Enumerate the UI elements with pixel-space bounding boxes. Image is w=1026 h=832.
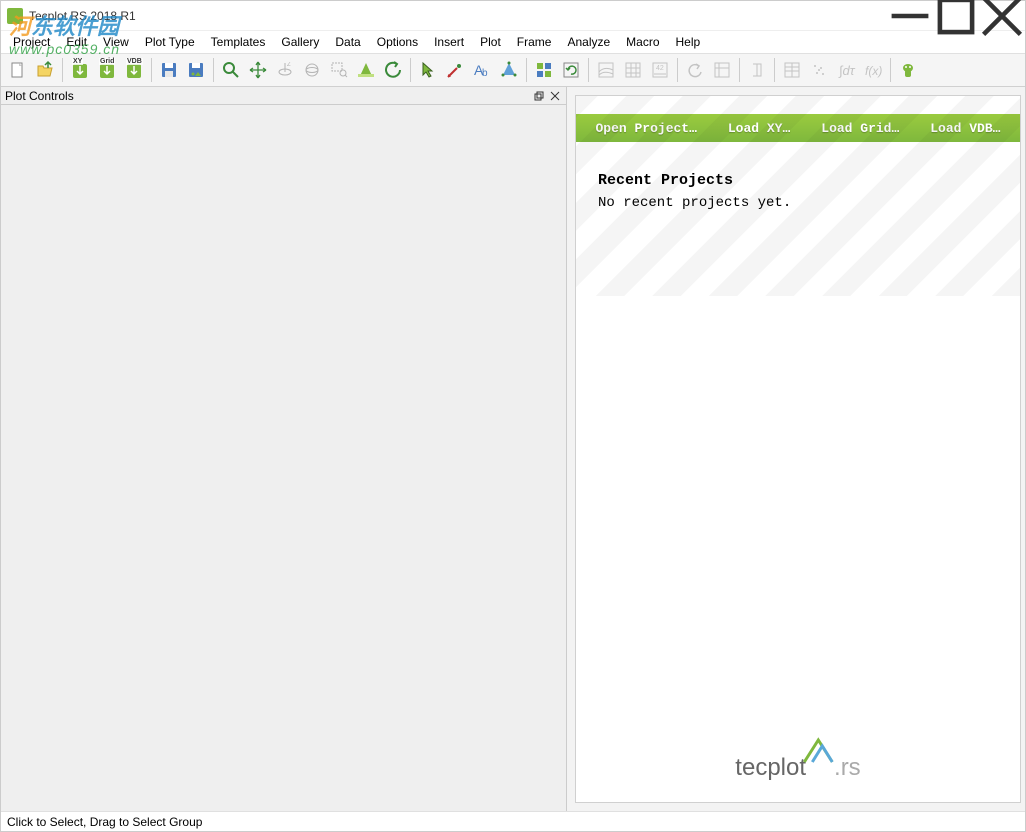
menu-project[interactable]: Project <box>5 33 58 51</box>
menu-macro[interactable]: Macro <box>618 33 667 51</box>
load-xy-link[interactable]: Load XY… <box>728 121 790 136</box>
value-blanking-button: 42 <box>647 56 673 84</box>
menu-plot-type[interactable]: Plot Type <box>137 33 203 51</box>
open-project-link[interactable]: Open Project… <box>595 121 696 136</box>
selector-tool-button[interactable] <box>415 56 441 84</box>
toolbar-separator <box>774 58 775 82</box>
rubberband-zoom-button <box>326 56 352 84</box>
frame-layout-button[interactable] <box>531 56 557 84</box>
svg-text:b: b <box>482 68 488 79</box>
load-vdb-button[interactable]: VDB <box>121 56 147 84</box>
open-project-button[interactable] <box>32 56 58 84</box>
svg-text:∫dτ: ∫dτ <box>838 63 856 78</box>
menubar: Project Edit View Plot Type Templates Ga… <box>1 31 1025 53</box>
welcome-area: Open Project… Load XY… Load Grid… Load V… <box>567 87 1025 811</box>
recent-projects-text: No recent projects yet. <box>598 195 998 211</box>
toolbar-separator <box>151 58 152 82</box>
probe-tool-button[interactable] <box>442 56 468 84</box>
titlebar: Tecplot RS 2018 R1 <box>1 1 1025 31</box>
statusbar: Click to Select, Drag to Select Group <box>1 811 1025 831</box>
menu-analyze[interactable]: Analyze <box>559 33 618 51</box>
translate-button[interactable] <box>245 56 271 84</box>
welcome-action-bar: Open Project… Load XY… Load Grid… Load V… <box>576 114 1020 142</box>
load-grid-link[interactable]: Load Grid… <box>821 121 899 136</box>
status-text: Click to Select, Drag to Select Group <box>7 815 202 829</box>
equation-button: f(x) <box>860 56 886 84</box>
plot-options-button <box>709 56 735 84</box>
plot-controls-panel: Plot Controls <box>1 87 567 811</box>
contour-details-button <box>593 56 619 84</box>
save-image-button[interactable] <box>183 56 209 84</box>
tecplot-logo: tecplot .rs <box>735 736 860 782</box>
load-xy-button[interactable]: XY <box>67 56 93 84</box>
menu-plot[interactable]: Plot <box>472 33 509 51</box>
add-geometry-button[interactable] <box>496 56 522 84</box>
menu-insert[interactable]: Insert <box>426 33 472 51</box>
close-button[interactable] <box>979 1 1025 31</box>
toolbar-separator <box>410 58 411 82</box>
panel-title: Plot Controls <box>5 89 530 103</box>
rotate-rollerball-button <box>299 56 325 84</box>
load-grid-button[interactable]: Grid <box>94 56 120 84</box>
menu-templates[interactable]: Templates <box>203 33 274 51</box>
macro-play-button[interactable] <box>895 56 921 84</box>
toolbar: XY Grid VDB Z Ab 42 ∫dτ f(x) <box>1 53 1025 87</box>
integrate-button: ∫dτ <box>833 56 859 84</box>
panel-body <box>1 105 566 811</box>
panel-close-button[interactable] <box>548 89 562 103</box>
scatter-details-button <box>806 56 832 84</box>
recent-projects-title: Recent Projects <box>598 172 998 189</box>
last-view-button[interactable] <box>380 56 406 84</box>
add-text-button[interactable]: Ab <box>469 56 495 84</box>
maximize-button[interactable] <box>933 1 979 31</box>
menu-data[interactable]: Data <box>327 33 368 51</box>
toggle-effects-button <box>744 56 770 84</box>
minimize-button[interactable] <box>887 1 933 31</box>
undo-button <box>682 56 708 84</box>
load-vdb-link[interactable]: Load VDB… <box>930 121 1000 136</box>
redraw-button[interactable] <box>558 56 584 84</box>
zoom-button[interactable] <box>218 56 244 84</box>
data-spreadsheet-button <box>779 56 805 84</box>
toolbar-separator <box>890 58 891 82</box>
menu-view[interactable]: View <box>95 33 137 51</box>
toolbar-separator <box>526 58 527 82</box>
toolbar-separator <box>62 58 63 82</box>
app-icon <box>7 8 23 24</box>
toolbar-separator <box>677 58 678 82</box>
svg-text:f(x): f(x) <box>865 64 882 78</box>
grid-details-button <box>620 56 646 84</box>
rotate-z-button: Z <box>272 56 298 84</box>
panel-float-button[interactable] <box>532 89 546 103</box>
toolbar-separator <box>739 58 740 82</box>
new-project-button[interactable] <box>5 56 31 84</box>
slice-tool-button[interactable] <box>353 56 379 84</box>
svg-text:42: 42 <box>656 65 664 72</box>
toolbar-separator <box>588 58 589 82</box>
menu-help[interactable]: Help <box>668 33 709 51</box>
logo-mark-icon <box>802 736 834 764</box>
window-title: Tecplot RS 2018 R1 <box>29 9 887 23</box>
menu-frame[interactable]: Frame <box>509 33 560 51</box>
menu-options[interactable]: Options <box>369 33 426 51</box>
menu-edit[interactable]: Edit <box>58 33 95 51</box>
menu-gallery[interactable]: Gallery <box>273 33 327 51</box>
save-button[interactable] <box>156 56 182 84</box>
toolbar-separator <box>213 58 214 82</box>
svg-text:Z: Z <box>287 62 291 68</box>
